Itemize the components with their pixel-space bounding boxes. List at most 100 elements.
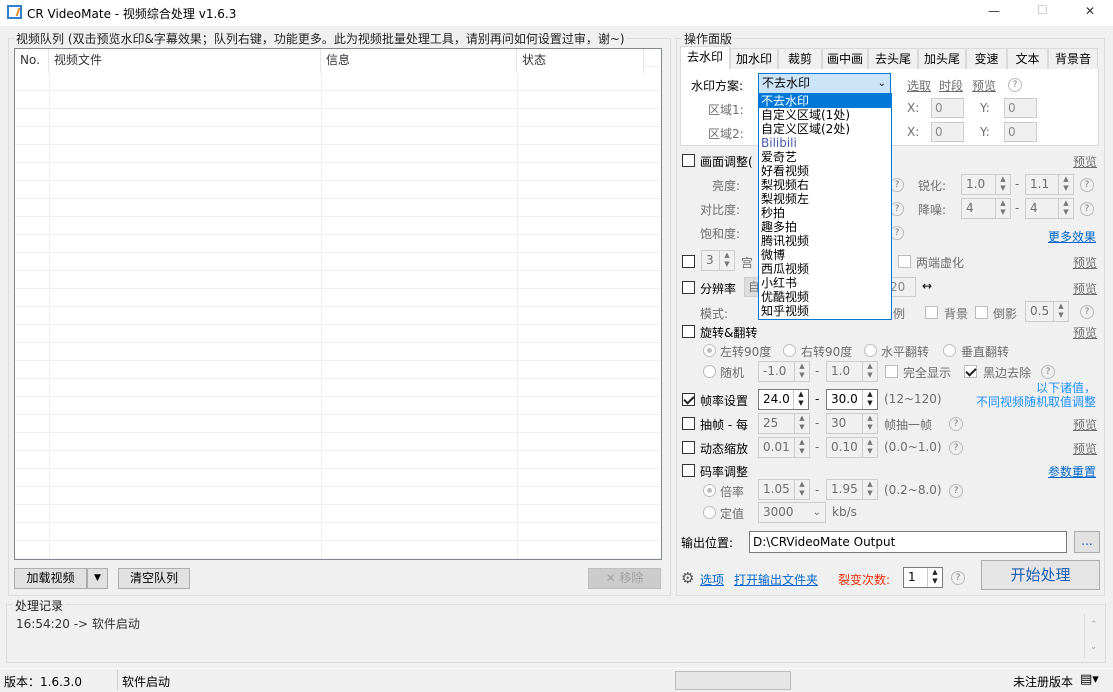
help-icon[interactable]: ? bbox=[949, 441, 963, 455]
reflection-spinner[interactable]: 0.5 ▲ ▼ bbox=[1025, 301, 1069, 322]
period-link[interactable]: 时段 bbox=[939, 77, 963, 94]
tab-text[interactable]: 文本 bbox=[1007, 48, 1048, 69]
picture-adjust-checkbox[interactable] bbox=[682, 154, 695, 167]
region2-y-input[interactable]: 0 bbox=[1004, 122, 1037, 142]
help-icon[interactable]: ? bbox=[1008, 78, 1022, 92]
spinner-arrows[interactable]: ▲ ▼ bbox=[794, 414, 809, 433]
spinner-arrows[interactable]: ▲ ▼ bbox=[995, 175, 1010, 194]
remove-black-border-checkbox[interactable] bbox=[964, 365, 977, 378]
minimize-button[interactable]: — bbox=[988, 4, 1000, 18]
blur-ends-checkbox[interactable] bbox=[898, 255, 911, 268]
log-scrollbar[interactable]: ⌃ ⌄ bbox=[1084, 614, 1102, 658]
option-custom-2[interactable]: 自定义区域(2处) bbox=[759, 122, 891, 136]
spinner-arrows[interactable]: ▲ ▼ bbox=[995, 199, 1010, 218]
spinner-arrows[interactable]: ▲ ▼ bbox=[794, 362, 809, 381]
more-effects-link[interactable]: 更多效果 bbox=[1048, 228, 1096, 245]
tab-speed[interactable]: 变速 bbox=[966, 48, 1007, 69]
vflip-radio[interactable] bbox=[943, 344, 956, 357]
bitrate-min-spinner[interactable]: 1.05 ▲ ▼ bbox=[758, 479, 810, 500]
reset-params-link[interactable]: 参数重置 bbox=[1048, 463, 1096, 480]
rotate-min-spinner[interactable]: -1.0 ▲ ▼ bbox=[758, 361, 810, 382]
bitrate-fixed-select[interactable]: 3000 ⌄ bbox=[758, 502, 826, 523]
help-icon[interactable]: ? bbox=[890, 178, 904, 192]
spinner-arrows[interactable]: ▲ ▼ bbox=[862, 390, 877, 409]
hflip-radio[interactable] bbox=[864, 344, 877, 357]
spinner-arrows[interactable]: ▲ ▼ bbox=[794, 438, 809, 457]
bitrate-fixed-radio[interactable] bbox=[703, 506, 716, 519]
maximize-button[interactable]: ☐ bbox=[1037, 3, 1048, 17]
menu-list-icon[interactable]: ▤▾ bbox=[1080, 672, 1099, 687]
picture-preview-link[interactable]: 预览 bbox=[1073, 153, 1097, 170]
video-queue-table[interactable]: No. 视频文件 信息 状态 bbox=[14, 48, 662, 560]
output-path-input[interactable]: D:\CRVideoMate Output bbox=[749, 531, 1067, 553]
option-iqiyi[interactable]: 爱奇艺 bbox=[759, 150, 891, 164]
option-none[interactable]: 不去水印 bbox=[759, 94, 891, 108]
option-weibo[interactable]: 微博 bbox=[759, 248, 891, 262]
swap-icon[interactable]: ↔ bbox=[922, 279, 932, 293]
bitrate-max-spinner[interactable]: 1.95 ▲ ▼ bbox=[826, 479, 878, 500]
rotate-preview-link[interactable]: 预览 bbox=[1073, 324, 1097, 341]
rotate-checkbox[interactable] bbox=[682, 325, 695, 338]
tab-pip[interactable]: 画中画 bbox=[822, 48, 868, 69]
help-icon[interactable]: ? bbox=[890, 202, 904, 216]
region1-x-input[interactable]: 0 bbox=[931, 98, 964, 118]
spinner-arrows[interactable]: ▲ ▼ bbox=[1058, 199, 1073, 218]
remove-button[interactable]: ✕ 移除 bbox=[588, 568, 661, 589]
spinner-arrows[interactable]: ▲ ▼ bbox=[793, 390, 808, 409]
spinner-arrows[interactable]: ▲ ▼ bbox=[862, 414, 877, 433]
help-icon[interactable]: ? bbox=[1080, 305, 1094, 319]
spinner-arrows[interactable]: ▲ ▼ bbox=[1053, 302, 1068, 321]
browse-button[interactable]: ... bbox=[1074, 531, 1100, 553]
tab-add-watermark[interactable]: 加水印 bbox=[730, 48, 778, 69]
spinner-arrows[interactable]: ▲ ▼ bbox=[1058, 175, 1073, 194]
full-display-checkbox[interactable] bbox=[885, 365, 898, 378]
reflection-checkbox[interactable] bbox=[975, 306, 988, 319]
random-rotate-radio[interactable] bbox=[703, 365, 716, 378]
drop-frame-checkbox[interactable] bbox=[682, 417, 695, 430]
rotate-left90-radio[interactable] bbox=[703, 344, 716, 357]
start-processing-button[interactable]: 开始处理 bbox=[981, 560, 1100, 590]
rotate-right90-radio[interactable] bbox=[783, 344, 796, 357]
region1-y-input[interactable]: 0 bbox=[1004, 98, 1037, 118]
help-icon[interactable]: ? bbox=[951, 571, 965, 585]
option-zhihu[interactable]: 知乎视频 bbox=[759, 304, 891, 318]
tab-bgm[interactable]: 背景音 bbox=[1048, 48, 1098, 69]
drop-frame-preview-link[interactable]: 预览 bbox=[1073, 416, 1097, 433]
option-pear-left[interactable]: 梨视频左 bbox=[759, 192, 891, 206]
spinner-arrows[interactable]: ▲ ▼ bbox=[794, 480, 809, 499]
option-youku[interactable]: 优酷视频 bbox=[759, 290, 891, 304]
resolution-checkbox[interactable] bbox=[682, 281, 695, 294]
drop-frame-min-spinner[interactable]: 25 ▲ ▼ bbox=[758, 413, 810, 434]
watermark-scheme-options[interactable]: 不去水印 自定义区域(1处) 自定义区域(2处) Bilibili 爱奇艺 好看… bbox=[758, 93, 892, 320]
rotate-max-spinner[interactable]: 1.0 ▲ ▼ bbox=[826, 361, 878, 382]
help-icon[interactable]: ? bbox=[1041, 365, 1055, 379]
spinner-arrows[interactable]: ▲ ▼ bbox=[927, 568, 942, 587]
preview-link[interactable]: 预览 bbox=[972, 77, 996, 94]
column-header-info[interactable]: 信息 bbox=[321, 49, 517, 73]
options-link[interactable]: 选项 bbox=[700, 571, 724, 588]
resolution-preview-link[interactable]: 预览 bbox=[1073, 280, 1097, 297]
column-header-status[interactable]: 状态 bbox=[517, 49, 644, 73]
dynamic-zoom-checkbox[interactable] bbox=[682, 441, 695, 454]
framerate-min-spinner[interactable]: 24.0 ▲ ▼ bbox=[758, 389, 809, 410]
grid-preview-link[interactable]: 预览 bbox=[1073, 254, 1097, 271]
help-icon[interactable]: ? bbox=[890, 226, 904, 240]
sharpen-max-spinner[interactable]: 1.1 ▲ ▼ bbox=[1025, 174, 1074, 195]
zoom-preview-link[interactable]: 预览 bbox=[1073, 440, 1097, 457]
option-quduopai[interactable]: 趣多拍 bbox=[759, 220, 891, 234]
drop-frame-max-spinner[interactable]: 30 ▲ ▼ bbox=[826, 413, 878, 434]
load-video-dropdown[interactable]: ▼ bbox=[87, 568, 108, 589]
clear-queue-button[interactable]: 清空队列 bbox=[118, 568, 190, 589]
framerate-max-spinner[interactable]: 30.0 ▲ ▼ bbox=[826, 389, 878, 410]
watermark-scheme-select[interactable]: 不去水印 ⌄ bbox=[758, 73, 891, 94]
background-checkbox[interactable] bbox=[925, 306, 938, 319]
help-icon[interactable]: ? bbox=[1080, 202, 1094, 216]
option-xigua[interactable]: 西瓜视频 bbox=[759, 262, 891, 276]
spinner-arrows[interactable]: ▲ ▼ bbox=[862, 362, 877, 381]
option-pear-right[interactable]: 梨视频右 bbox=[759, 178, 891, 192]
tab-remove-watermark[interactable]: 去水印 bbox=[680, 46, 730, 70]
column-header-file[interactable]: 视频文件 bbox=[49, 49, 321, 73]
spinner-arrows[interactable]: ▲ ▼ bbox=[862, 438, 877, 457]
spinner-arrows[interactable]: ▲ ▼ bbox=[862, 480, 877, 499]
option-custom-1[interactable]: 自定义区域(1处) bbox=[759, 108, 891, 122]
